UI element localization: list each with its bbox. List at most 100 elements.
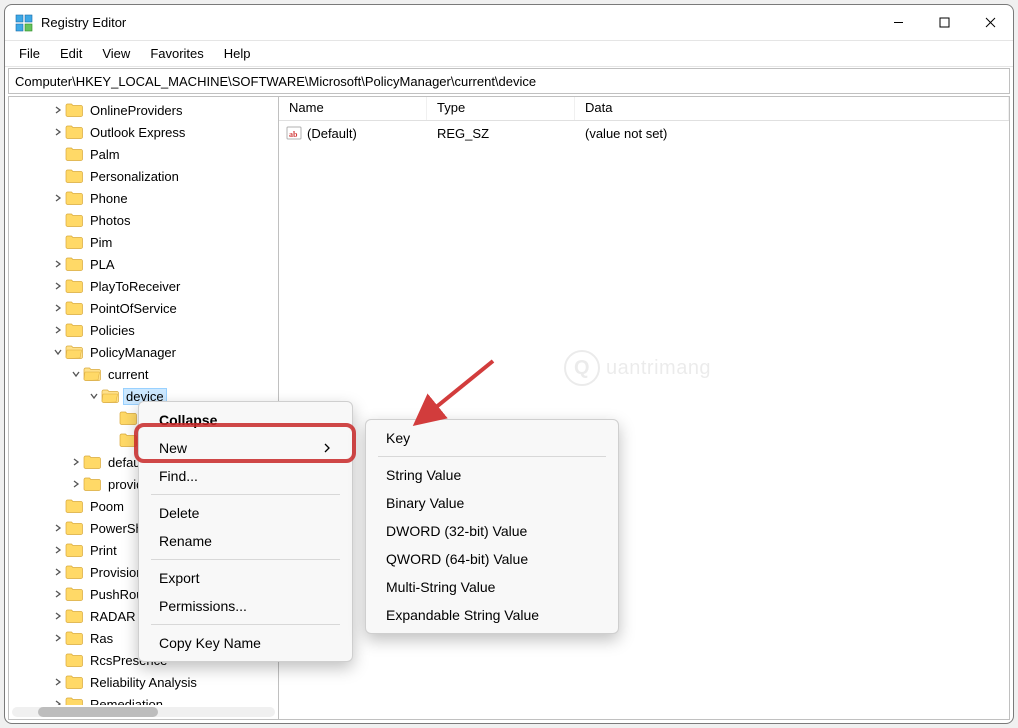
tree-item[interactable]: Personalization — [9, 165, 278, 187]
chevron-right-icon[interactable] — [51, 565, 65, 579]
chevron-right-icon[interactable] — [51, 191, 65, 205]
string-value-icon: ab — [285, 124, 303, 142]
folder-icon — [83, 366, 101, 382]
chevron-down-icon[interactable] — [87, 389, 101, 403]
tree-item[interactable]: current — [9, 363, 278, 385]
tree-item[interactable]: Reliability Analysis — [9, 671, 278, 693]
folder-icon — [65, 630, 83, 646]
ctx-rename[interactable]: Rename — [145, 527, 346, 555]
submenu-binary[interactable]: Binary Value — [372, 489, 612, 517]
chevron-down-icon[interactable] — [51, 345, 65, 359]
folder-icon — [65, 256, 83, 272]
tree-item[interactable]: PLA — [9, 253, 278, 275]
folder-icon — [65, 498, 83, 514]
chevron-right-icon[interactable] — [51, 323, 65, 337]
chevron-right-icon[interactable] — [51, 279, 65, 293]
menu-view[interactable]: View — [92, 43, 140, 64]
address-bar[interactable]: Computer\HKEY_LOCAL_MACHINE\SOFTWARE\Mic… — [8, 68, 1010, 94]
chevron-right-icon[interactable] — [51, 521, 65, 535]
menu-file[interactable]: File — [9, 43, 50, 64]
folder-icon — [65, 344, 83, 360]
tree-item-label: Remediation — [87, 696, 166, 706]
chevron-right-icon[interactable] — [51, 631, 65, 645]
tree-item[interactable]: OnlineProviders — [9, 99, 278, 121]
value-data: (value not set) — [575, 126, 1009, 141]
chevron-right-icon — [51, 653, 65, 667]
column-header-data[interactable]: Data — [575, 97, 1009, 120]
ctx-permissions[interactable]: Permissions... — [145, 592, 346, 620]
svg-text:ab: ab — [289, 130, 298, 139]
ctx-delete[interactable]: Delete — [145, 499, 346, 527]
submenu-multistring[interactable]: Multi-String Value — [372, 573, 612, 601]
tree-item-label: PointOfService — [87, 300, 180, 317]
chevron-right-icon[interactable] — [51, 257, 65, 271]
tree-item[interactable]: PointOfService — [9, 297, 278, 319]
close-button[interactable] — [967, 5, 1013, 41]
tree-item-label: current — [105, 366, 151, 383]
submenu-expandable[interactable]: Expandable String Value — [372, 601, 612, 629]
tree-item[interactable]: Palm — [9, 143, 278, 165]
content-area: OnlineProviders Outlook Express PalmPerson… — [8, 96, 1010, 720]
chevron-right-icon — [51, 213, 65, 227]
chevron-down-icon[interactable] — [69, 367, 83, 381]
chevron-right-icon[interactable] — [51, 609, 65, 623]
folder-icon — [65, 234, 83, 250]
chevron-right-icon[interactable] — [51, 675, 65, 689]
menubar: File Edit View Favorites Help — [5, 41, 1013, 67]
column-header-type[interactable]: Type — [427, 97, 575, 120]
chevron-right-icon[interactable] — [51, 301, 65, 315]
tree-item[interactable]: PolicyManager — [9, 341, 278, 363]
ctx-copy-key-name[interactable]: Copy Key Name — [145, 629, 346, 657]
chevron-right-icon[interactable] — [51, 587, 65, 601]
ctx-find[interactable]: Find... — [145, 462, 346, 490]
context-menu: Collapse New Find... Delete Rename Expor… — [138, 401, 353, 662]
tree-item[interactable]: PlayToReceiver — [9, 275, 278, 297]
ctx-export[interactable]: Export — [145, 564, 346, 592]
list-row[interactable]: ab (Default) REG_SZ (value not set) — [279, 121, 1009, 145]
value-name: (Default) — [307, 126, 427, 141]
submenu-qword[interactable]: QWORD (64-bit) Value — [372, 545, 612, 573]
chevron-right-icon[interactable] — [51, 543, 65, 557]
tree-item-label: OnlineProviders — [87, 102, 186, 119]
ctx-separator — [151, 624, 340, 625]
tree-item-label: Outlook Express — [87, 124, 188, 141]
chevron-right-icon — [322, 440, 332, 456]
ctx-separator — [151, 494, 340, 495]
ctx-collapse[interactable]: Collapse — [145, 406, 346, 434]
tree-item[interactable]: Policies — [9, 319, 278, 341]
minimize-button[interactable] — [875, 5, 921, 41]
folder-icon — [65, 278, 83, 294]
chevron-right-icon[interactable] — [51, 125, 65, 139]
window-title: Registry Editor — [41, 15, 126, 30]
tree-item[interactable]: Pim — [9, 231, 278, 253]
maximize-button[interactable] — [921, 5, 967, 41]
chevron-right-icon — [51, 235, 65, 249]
folder-icon — [65, 102, 83, 118]
submenu-dword[interactable]: DWORD (32-bit) Value — [372, 517, 612, 545]
chevron-right-icon[interactable] — [69, 455, 83, 469]
submenu-key[interactable]: Key — [372, 424, 612, 452]
submenu-string[interactable]: String Value — [372, 461, 612, 489]
scrollbar-thumb[interactable] — [38, 707, 158, 717]
menu-edit[interactable]: Edit — [50, 43, 92, 64]
menu-help[interactable]: Help — [214, 43, 261, 64]
submenu-new: Key String Value Binary Value DWORD (32-… — [365, 419, 619, 634]
tree-horizontal-scrollbar[interactable] — [12, 707, 275, 717]
tree-item[interactable]: Photos — [9, 209, 278, 231]
tree-item[interactable]: Phone — [9, 187, 278, 209]
tree-item[interactable]: Remediation — [9, 693, 278, 705]
chevron-right-icon[interactable] — [51, 103, 65, 117]
address-text: Computer\HKEY_LOCAL_MACHINE\SOFTWARE\Mic… — [15, 74, 536, 89]
chevron-right-icon[interactable] — [51, 697, 65, 705]
ctx-new[interactable]: New — [145, 434, 346, 462]
folder-icon — [65, 652, 83, 668]
chevron-right-icon[interactable] — [69, 477, 83, 491]
folder-icon — [65, 300, 83, 316]
folder-icon — [65, 586, 83, 602]
menu-favorites[interactable]: Favorites — [140, 43, 213, 64]
column-header-name[interactable]: Name — [279, 97, 427, 120]
tree-item-label: PolicyManager — [87, 344, 179, 361]
tree-item[interactable]: Outlook Express — [9, 121, 278, 143]
tree-item-label: Policies — [87, 322, 138, 339]
folder-icon — [65, 564, 83, 580]
